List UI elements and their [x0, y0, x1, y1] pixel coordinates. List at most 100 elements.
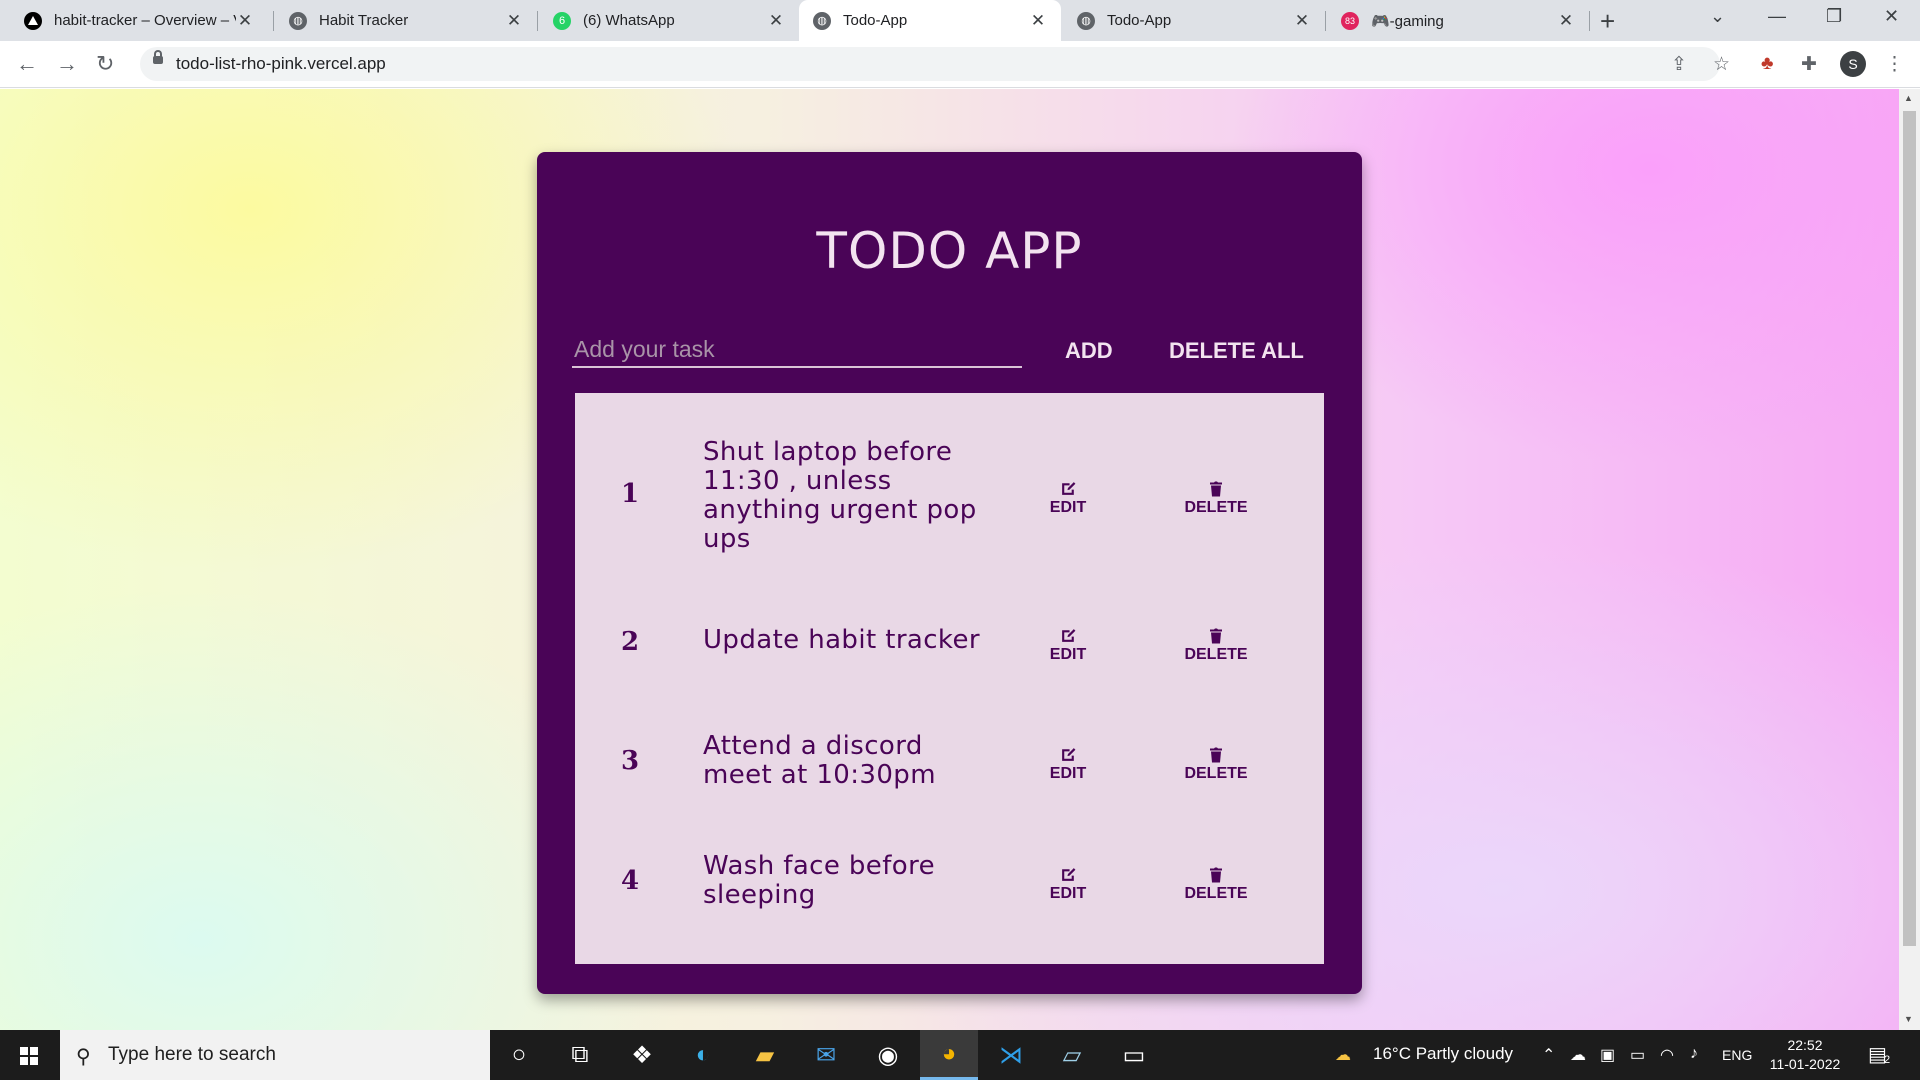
edit-label: EDIT — [1049, 499, 1087, 516]
globe-icon: ◍ — [813, 11, 831, 30]
scroll-down-icon[interactable]: ▼ — [1904, 1014, 1913, 1024]
windows-logo-icon — [20, 1047, 38, 1065]
file-explorer-icon[interactable]: ▰ — [736, 1030, 794, 1080]
page-background: TODO APP ADD DELETE ALL 1 Shut laptop be… — [0, 89, 1899, 1030]
new-tab-button[interactable]: + — [1600, 6, 1615, 37]
delete-all-button[interactable]: DELETE ALL — [1169, 338, 1304, 364]
tab-separator — [273, 11, 274, 31]
close-icon[interactable]: ✕ — [1293, 11, 1311, 31]
close-icon[interactable]: ✕ — [505, 11, 523, 31]
close-icon[interactable]: ✕ — [767, 11, 785, 31]
taskbar-search[interactable]: ⚲ Type here to search — [60, 1030, 490, 1080]
notification-count: 2 — [1884, 1054, 1891, 1066]
close-icon[interactable]: ✕ — [236, 11, 254, 31]
clock-date: 11-01-2022 — [1769, 1056, 1841, 1072]
task-input[interactable] — [572, 332, 1022, 368]
notepad-icon[interactable]: ▱ — [1043, 1030, 1101, 1080]
lock-icon — [153, 50, 163, 64]
tab-separator — [537, 11, 538, 31]
tab-search-icon[interactable]: ⌄ — [1710, 6, 1725, 27]
address-bar[interactable]: todo-list-rho-pink.vercel.app — [140, 47, 1720, 81]
back-icon[interactable]: ← — [16, 51, 38, 77]
task-text: Wash face before sleeping — [703, 851, 935, 910]
weather-icon[interactable]: ☁ — [1335, 1045, 1351, 1065]
delete-button[interactable]: DELETE — [1171, 627, 1261, 664]
task-text: Update habit tracker — [703, 625, 980, 655]
edit-button[interactable]: EDIT — [1023, 866, 1113, 903]
tab-whatsapp[interactable]: 6 (6) WhatsApp ✕ — [539, 0, 799, 41]
tray-chevron-icon[interactable]: ⌃ — [1542, 1045, 1555, 1065]
tab-strip: habit-tracker – Overview – V ✕ ◍ Habit T… — [0, 0, 1920, 41]
github-desktop-icon[interactable]: ◉ — [859, 1030, 917, 1080]
tab-todo-app[interactable]: ◍ Todo-App ✕ — [1063, 0, 1325, 41]
edit-label: EDIT — [1049, 765, 1087, 782]
delete-label: DELETE — [1184, 499, 1248, 516]
network-adapter-icon[interactable]: ▣ — [1600, 1045, 1615, 1065]
discord-badge: 83 — [1344, 15, 1355, 26]
scroll-up-icon[interactable]: ▲ — [1904, 93, 1913, 103]
vscode-icon[interactable]: ⋊ — [982, 1030, 1040, 1080]
edit-icon — [1061, 868, 1075, 881]
close-icon[interactable]: ✕ — [1557, 11, 1575, 31]
minimize-icon[interactable]: — — [1768, 6, 1786, 27]
reload-icon[interactable]: ↻ — [96, 51, 114, 77]
tab-separator — [1589, 11, 1590, 31]
tab-habit-tracker[interactable]: ◍ Habit Tracker ✕ — [275, 0, 537, 41]
clock-time: 22:52 — [1787, 1037, 1823, 1053]
task-row: 3 Attend a discord meet at 10:30pm EDIT … — [575, 703, 1324, 823]
delete-button[interactable]: DELETE — [1171, 866, 1261, 903]
trash-icon — [1210, 867, 1222, 883]
share-icon[interactable]: ⇪ — [1671, 53, 1687, 76]
globe-icon: ◍ — [1077, 11, 1095, 30]
whatsapp-badge: 6 — [558, 14, 566, 27]
tab-todo-app-active[interactable]: ◍ Todo-App ✕ — [799, 0, 1061, 41]
profile-avatar[interactable]: S — [1840, 51, 1866, 77]
browser-toolbar: ← → ↻ todo-list-rho-pink.vercel.app ⇪ ☆ … — [0, 41, 1920, 88]
extension-icon[interactable]: ♣ — [1761, 53, 1773, 75]
chrome-icon[interactable]: ◕ — [920, 1030, 978, 1080]
edit-button[interactable]: EDIT — [1023, 746, 1113, 783]
edit-label: EDIT — [1049, 885, 1087, 902]
delete-label: DELETE — [1184, 885, 1248, 902]
app-title: TODO APP — [816, 222, 1083, 280]
delete-button[interactable]: DELETE — [1171, 746, 1261, 783]
clock[interactable]: 22:52 11-01-2022 — [1760, 1036, 1850, 1074]
task-text: Attend a discord meet at 10:30pm — [703, 731, 936, 790]
weather-text[interactable]: 16°C Partly cloudy — [1373, 1044, 1513, 1064]
delete-button[interactable]: DELETE — [1171, 480, 1261, 517]
dropbox-icon[interactable]: ❖ — [613, 1030, 671, 1080]
mail-icon[interactable]: ✉ — [797, 1030, 855, 1080]
task-text: Shut laptop before 11:30 , unless anythi… — [703, 437, 977, 554]
start-button[interactable] — [0, 1030, 60, 1080]
language-indicator[interactable]: ENG — [1722, 1047, 1752, 1063]
close-icon[interactable]: ✕ — [1029, 11, 1047, 31]
task-number: 3 — [620, 746, 640, 776]
page-scrollbar[interactable]: ▲ ▼ — [1899, 89, 1920, 1030]
extensions-puzzle-icon[interactable]: ✚ — [1801, 53, 1817, 76]
edit-button[interactable]: EDIT — [1023, 480, 1113, 517]
menu-kebab-icon[interactable]: ⋮ — [1885, 53, 1904, 76]
forward-icon[interactable]: → — [56, 51, 78, 77]
cortana-icon[interactable]: ○ — [490, 1030, 548, 1080]
delete-label: DELETE — [1184, 765, 1248, 782]
battery-icon[interactable]: ▭ — [1630, 1045, 1645, 1065]
add-button[interactable]: ADD — [1065, 338, 1113, 364]
wifi-icon[interactable]: ◠ — [1660, 1045, 1674, 1065]
edit-icon — [1061, 629, 1075, 642]
close-window-icon[interactable]: ✕ — [1884, 6, 1899, 27]
tab-separator — [1325, 11, 1326, 31]
tab-discord-gaming[interactable]: 83 🎮-gaming ✕ — [1327, 0, 1589, 41]
whatsapp-icon: 6 — [553, 11, 571, 30]
edge-icon[interactable]: ◐ — [674, 1030, 732, 1080]
task-list: 1 Shut laptop before 11:30 , unless anyt… — [575, 393, 1324, 964]
edit-button[interactable]: EDIT — [1023, 627, 1113, 664]
edit-label: EDIT — [1049, 646, 1087, 663]
bookmark-star-icon[interactable]: ☆ — [1713, 53, 1730, 76]
task-view-icon[interactable]: ⧉ — [551, 1030, 609, 1080]
restore-icon[interactable]: ❐ — [1826, 6, 1842, 27]
terminal-icon[interactable]: ▭ — [1105, 1030, 1163, 1080]
tab-habit-tracker-overview[interactable]: habit-tracker – Overview – V ✕ — [10, 0, 268, 41]
volume-icon[interactable]: ♪ — [1690, 1045, 1698, 1063]
onedrive-icon[interactable]: ☁ — [1570, 1045, 1586, 1065]
scroll-thumb[interactable] — [1903, 111, 1916, 946]
